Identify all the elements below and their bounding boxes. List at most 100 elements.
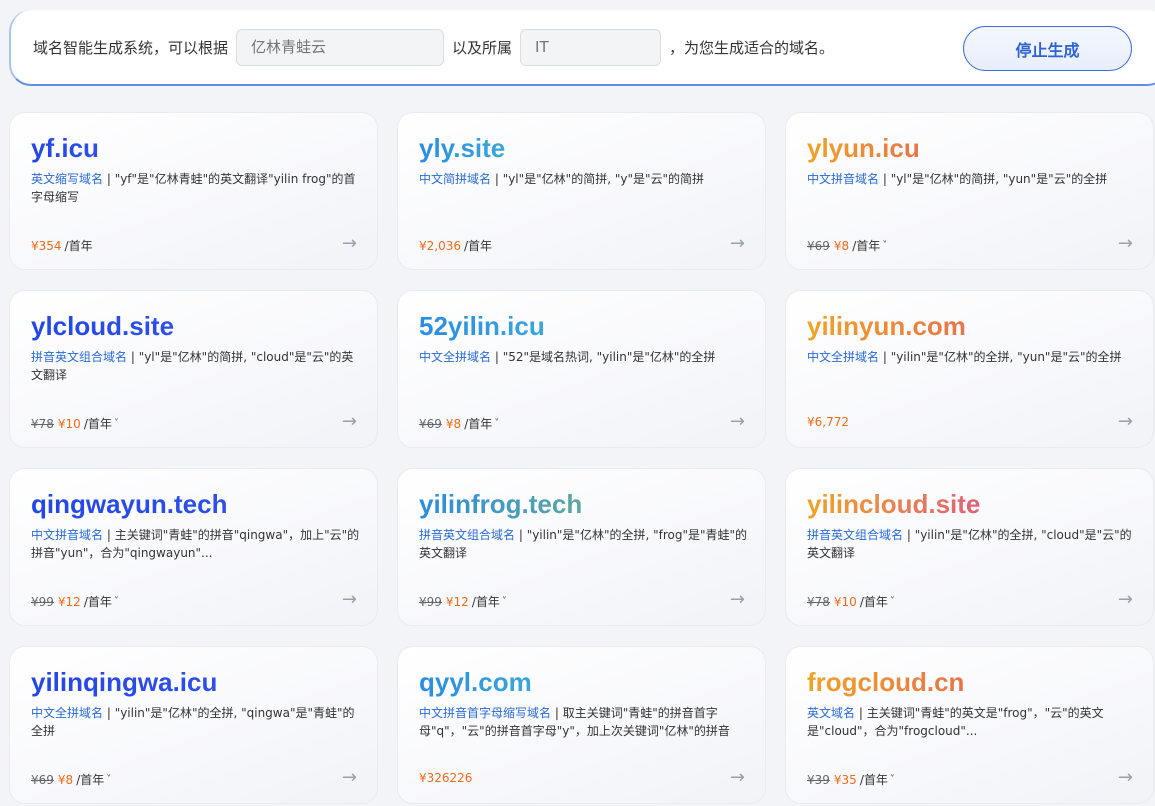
arrow-right-icon[interactable]: → — [1118, 589, 1133, 610]
domain-explanation: | "yl"是"亿林"的简拼, "yun"是"云"的全拼 — [879, 172, 1108, 186]
domain-name[interactable]: yilinfrog.tech — [419, 489, 582, 519]
domain-card[interactable]: yf.icu 英文缩写域名 | "yf"是"亿林青蛙"的英文翻译"yilin fr… — [9, 112, 378, 270]
domain-card[interactable]: ylyun.icu 中文拼音域名 | "yl"是"亿林"的简拼, "yun"是"云… — [785, 112, 1154, 270]
domain-name[interactable]: frogcloud.cn — [807, 667, 964, 697]
current-price: ¥35 — [833, 772, 857, 787]
price-unit: /首年 — [83, 595, 112, 609]
chevron-down-icon[interactable]: ˅ — [890, 774, 895, 785]
domain-explanation: | "yl"是"亿林"的简拼, "y"是"云"的简拼 — [491, 172, 705, 186]
price-row: ¥354/首年 — [31, 237, 93, 254]
domain-description: 拼音英文组合域名 | "yl"是"亿林"的简拼, "cloud"是"云"的英文翻… — [31, 348, 361, 384]
header-middle-text: 以及所属 — [452, 38, 513, 57]
chevron-down-icon[interactable]: ˅ — [114, 596, 119, 607]
current-price: ¥2,036 — [419, 238, 461, 253]
original-price: ¥99 — [419, 594, 442, 609]
stop-generation-button[interactable]: 停止生成 — [963, 26, 1132, 71]
domain-name[interactable]: yilinqingwa.icu — [31, 667, 217, 697]
domain-type-tag: 中文全拼域名 — [807, 350, 880, 364]
current-price: ¥12 — [445, 594, 469, 609]
arrow-right-icon[interactable]: → — [730, 767, 745, 788]
domain-explanation: | "yilin"是"亿林"的全拼, "yun"是"云"的全拼 — [879, 350, 1122, 364]
header-suffix-text: ，为您生成适合的域名。 — [669, 38, 835, 57]
price-row: ¥69 ¥8/首年 ˅ — [31, 771, 111, 788]
domain-name[interactable]: ylyun.icu — [807, 133, 920, 163]
chevron-down-icon[interactable]: ˅ — [114, 418, 119, 429]
domain-card[interactable]: ylcloud.site 拼音英文组合域名 | "yl"是"亿林"的简拼, "cl… — [9, 290, 378, 448]
domain-card[interactable]: 52yilin.icu 中文全拼域名 | "52"是域名热词, "yilin"是"… — [397, 290, 766, 448]
domain-name[interactable]: yilinyun.com — [807, 311, 966, 341]
price-unit: /首年 — [471, 595, 500, 609]
domain-name[interactable]: 52yilin.icu — [419, 311, 545, 341]
domain-card-grid: yf.icu 英文缩写域名 | "yf"是"亿林青蛙"的英文翻译"yilin fr… — [9, 112, 1154, 804]
price-unit: /首年 — [859, 595, 888, 609]
original-price: ¥39 — [807, 772, 830, 787]
domain-card[interactable]: qingwayun.tech 中文拼音域名 | 主关键词"青蛙"的拼音"qingw… — [9, 468, 378, 626]
chevron-down-icon[interactable]: ˅ — [502, 596, 507, 607]
domain-name[interactable]: yly.site — [419, 133, 505, 163]
domain-description: 中文拼音首字母缩写域名 | 取主关键词"青蛙"的拼音首字母"q"，"云"的拼音首… — [419, 704, 749, 740]
domain-name[interactable]: yf.icu — [31, 133, 99, 163]
domain-description: 中文全拼域名 | "yilin"是"亿林"的全拼, "yun"是"云"的全拼 — [807, 348, 1137, 384]
domain-type-tag: 拼音英文组合域名 — [31, 350, 128, 364]
domain-name[interactable]: ylcloud.site — [31, 311, 174, 341]
domain-card[interactable]: yly.site 中文简拼域名 | "yl"是"亿林"的简拼, "y"是"云"的简… — [397, 112, 766, 270]
domain-type-tag: 拼音英文组合域名 — [807, 528, 904, 542]
domain-name[interactable]: qingwayun.tech — [31, 489, 227, 519]
current-price: ¥8 — [833, 238, 850, 253]
domain-description: 英文域名 | 主关键词"青蛙"的英文是"frog"，"云"的英文是"cloud"… — [807, 704, 1137, 740]
price-unit: /首年 — [64, 239, 93, 253]
price-row: ¥78 ¥10/首年 ˅ — [31, 415, 119, 432]
original-price: ¥78 — [31, 416, 54, 431]
price-row: ¥326226 — [419, 771, 472, 785]
arrow-right-icon[interactable]: → — [342, 411, 357, 432]
arrow-right-icon[interactable]: → — [342, 233, 357, 254]
domain-type-tag: 中文拼音域名 — [807, 172, 880, 186]
current-price: ¥354 — [31, 238, 62, 253]
price-row: ¥6,772 — [807, 415, 849, 429]
price-unit: /首年 — [83, 417, 112, 431]
domain-name[interactable]: qyyl.com — [419, 667, 532, 697]
chevron-down-icon[interactable]: ˅ — [890, 596, 895, 607]
price-unit: /首年 — [852, 239, 881, 253]
arrow-right-icon[interactable]: → — [342, 767, 357, 788]
price-unit: /首年 — [464, 239, 493, 253]
domain-description: 英文缩写域名 | "yf"是"亿林青蛙"的英文翻译"yilin frog"的首字… — [31, 170, 361, 206]
chevron-down-icon[interactable]: ˅ — [494, 418, 499, 429]
price-unit: /首年 — [464, 417, 493, 431]
chevron-down-icon[interactable]: ˅ — [106, 774, 111, 785]
price-row: ¥99 ¥12/首年 ˅ — [31, 593, 119, 610]
domain-description: 中文全拼域名 | "52"是域名热词, "yilin"是"亿林"的全拼 — [419, 348, 749, 384]
current-price: ¥8 — [445, 416, 462, 431]
domain-type-tag: 拼音英文组合域名 — [419, 528, 516, 542]
arrow-right-icon[interactable]: → — [1118, 411, 1133, 432]
domain-type-tag: 中文全拼域名 — [31, 706, 104, 720]
chevron-down-icon[interactable]: ˅ — [882, 240, 887, 251]
price-row: ¥69 ¥8/首年 ˅ — [807, 237, 887, 254]
domain-card[interactable]: frogcloud.cn 英文域名 | 主关键词"青蛙"的英文是"frog"，"云… — [785, 646, 1154, 804]
domain-card[interactable]: yilinfrog.tech 拼音英文组合域名 | "yilin"是"亿林"的全拼… — [397, 468, 766, 626]
arrow-right-icon[interactable]: → — [730, 411, 745, 432]
domain-description: 拼音英文组合域名 | "yilin"是"亿林"的全拼, "frog"是"青蛙"的… — [419, 526, 749, 562]
domain-name[interactable]: yilincloud.site — [807, 489, 980, 519]
original-price: ¥69 — [807, 238, 830, 253]
domain-type-tag: 英文缩写域名 — [31, 172, 104, 186]
arrow-right-icon[interactable]: → — [730, 589, 745, 610]
current-price: ¥6,772 — [807, 415, 849, 429]
domain-description: 中文简拼域名 | "yl"是"亿林"的简拼, "y"是"云"的简拼 — [419, 170, 749, 206]
original-price: ¥69 — [31, 772, 54, 787]
domain-card[interactable]: yilinyun.com 中文全拼域名 | "yilin"是"亿林"的全拼, "y… — [785, 290, 1154, 448]
current-price: ¥8 — [57, 772, 74, 787]
current-price: ¥326226 — [419, 771, 473, 785]
domain-description: 中文拼音域名 | 主关键词"青蛙"的拼音"qingwa"，加上"云"的拼音"yu… — [31, 526, 361, 562]
domain-card[interactable]: yilincloud.site 拼音英文组合域名 | "yilin"是"亿林"的全… — [785, 468, 1154, 626]
price-row: ¥69 ¥8/首年 ˅ — [419, 415, 499, 432]
price-row: ¥99 ¥12/首年 ˅ — [419, 593, 507, 610]
arrow-right-icon[interactable]: → — [1118, 767, 1133, 788]
arrow-right-icon[interactable]: → — [730, 233, 745, 254]
industry-input[interactable] — [520, 28, 662, 66]
domain-card[interactable]: qyyl.com 中文拼音首字母缩写域名 | 取主关键词"青蛙"的拼音首字母"q"… — [397, 646, 766, 804]
keyword-input[interactable] — [236, 28, 445, 66]
domain-card[interactable]: yilinqingwa.icu 中文全拼域名 | "yilin"是"亿林"的全拼,… — [9, 646, 378, 804]
arrow-right-icon[interactable]: → — [342, 589, 357, 610]
arrow-right-icon[interactable]: → — [1118, 233, 1133, 254]
